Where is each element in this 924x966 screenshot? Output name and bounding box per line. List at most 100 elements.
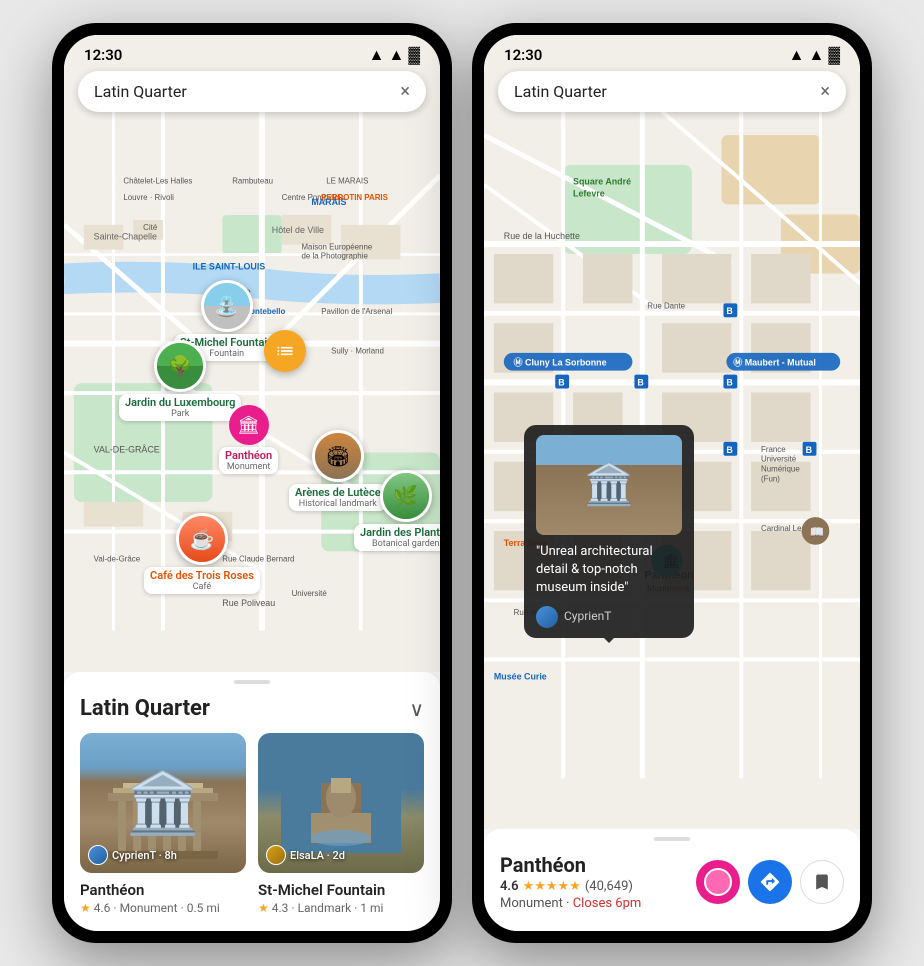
svg-text:Rue Poliveau: Rue Poliveau — [222, 598, 275, 608]
pantheon-user-badge: CyprienT · 8h — [88, 845, 177, 865]
pin-cafe[interactable]: ☕ Café des Trois Roses Café — [144, 513, 260, 594]
sheet-title: Latin Quarter — [80, 696, 210, 721]
st-michel-star: ★ — [258, 901, 269, 915]
overview-icon — [275, 341, 295, 361]
st-michel-separator: · — [291, 901, 294, 915]
bottom-card-info: Panthéon 4.6 ★★★★★ (40,649) Monument · C… — [500, 853, 684, 911]
cards-row: CyprienT · 8h Panthéon ★ 4.6 · Monument … — [80, 733, 424, 915]
right-time: 12:30 — [504, 46, 542, 64]
bottom-card-rating-row: 4.6 ★★★★★ (40,649) — [500, 879, 684, 894]
pin-pantheon[interactable]: 🏛 Panthéon Monument — [219, 405, 278, 474]
tooltip-image: 🏛️ — [536, 435, 682, 535]
st-michel-card-name: St-Michel Fountain — [258, 881, 424, 899]
st-michel-card-meta: ★ 4.3 · Landmark · 1 mi — [258, 901, 424, 915]
svg-text:ILE SAINT-LOUIS: ILE SAINT-LOUIS — [193, 261, 266, 271]
bottom-card-stars: ★★★★★ — [523, 879, 581, 894]
bottom-card-dot: · — [566, 896, 573, 911]
right-search-bar[interactable]: Latin Quarter × — [498, 71, 846, 112]
svg-text:📖: 📖 — [810, 525, 825, 539]
left-phone-screen: Sainte-Chapelle Hôtel de Ville MARAIS IL… — [64, 35, 440, 931]
svg-text:Université: Université — [761, 455, 797, 464]
svg-text:Châtelet-Les Halles: Châtelet-Les Halles — [123, 176, 192, 185]
pink-action-btn[interactable] — [696, 860, 740, 904]
pantheon-type: Monument — [120, 901, 178, 915]
pin-overview[interactable] — [264, 330, 306, 372]
svg-text:Numérique: Numérique — [761, 465, 800, 474]
st-michel-dist-separator: · — [354, 901, 357, 915]
st-michel-type: Landmark — [298, 901, 352, 915]
tooltip-user-row: CyprienT — [536, 606, 682, 628]
pantheon-dist-separator: · — [181, 901, 184, 915]
svg-text:Val-de-Grâce: Val-de-Grâce — [94, 554, 141, 563]
pantheon-card-meta: ★ 4.6 · Monument · 0.5 mi — [80, 901, 246, 915]
left-map-area[interactable]: Sainte-Chapelle Hôtel de Ville MARAIS IL… — [64, 35, 440, 672]
svg-text:Université: Université — [292, 589, 328, 598]
left-status-bar: 12:30 ▲ ▲ ▓ — [64, 35, 440, 69]
pantheon-separator: · — [113, 901, 116, 915]
right-sheet-handle — [654, 837, 690, 841]
svg-text:B: B — [806, 445, 813, 455]
right-search-close[interactable]: × — [820, 81, 830, 102]
sheet-handle — [234, 680, 270, 684]
right-status-bar: 12:30 ▲ ▲ ▓ — [484, 35, 860, 69]
left-phone: Sainte-Chapelle Hôtel de Ville MARAIS IL… — [52, 23, 452, 943]
bookmark-btn[interactable] — [800, 860, 844, 904]
pin-cafe-label: Café des Trois Roses — [150, 569, 254, 582]
tooltip-user-avatar — [536, 606, 558, 628]
left-search-close[interactable]: × — [400, 81, 410, 102]
directions-icon — [759, 871, 781, 893]
pantheon-place-card[interactable]: CyprienT · 8h Panthéon ★ 4.6 · Monument … — [80, 733, 246, 915]
left-status-icons: ▲ ▲ ▓ — [369, 45, 420, 65]
right-bottom-card: Panthéon 4.6 ★★★★★ (40,649) Monument · C… — [484, 829, 860, 931]
map-tooltip: 🏛️ "Unreal architectural detail & top-no… — [524, 425, 694, 638]
directions-btn[interactable] — [748, 860, 792, 904]
svg-text:Rue de la Huchette: Rue de la Huchette — [504, 231, 580, 241]
left-search-input[interactable]: Latin Quarter — [94, 82, 400, 101]
pin-pantheon-sublabel: Monument — [225, 462, 272, 472]
right-wifi-icon: ▲ — [808, 45, 824, 65]
left-map-container: Sainte-Chapelle Hôtel de Ville MARAIS IL… — [64, 35, 440, 672]
bottom-card-hours: Closes 6pm — [573, 896, 642, 911]
svg-text:Cité: Cité — [143, 223, 158, 232]
svg-text:B: B — [558, 377, 565, 387]
st-michel-place-card[interactable]: ElsaLA · 2d St-Michel Fountain ★ 4.3 · L… — [258, 733, 424, 915]
svg-text:Rue Dante: Rue Dante — [647, 301, 685, 310]
bookmark-icon — [812, 872, 832, 892]
right-search-input[interactable]: Latin Quarter — [514, 82, 820, 101]
right-battery-icon: ▓ — [828, 45, 840, 65]
pantheon-card-image: CyprienT · 8h — [80, 733, 246, 873]
left-signal-icon: ▲ — [369, 45, 385, 65]
pantheon-distance: 0.5 mi — [187, 901, 220, 915]
pin-cafe-sublabel: Café — [150, 582, 254, 592]
right-signal-icon: ▲ — [789, 45, 805, 65]
bottom-card-type: Monument — [500, 896, 563, 911]
left-search-bar[interactable]: Latin Quarter × — [78, 71, 426, 112]
pantheon-card-name: Panthéon — [80, 881, 246, 899]
svg-text:Hôtel de Ville: Hôtel de Ville — [272, 225, 324, 235]
bottom-card-count: (40,649) — [585, 879, 633, 894]
svg-text:Ⓜ Cluny La Sorbonne: Ⓜ Cluny La Sorbonne — [514, 357, 607, 368]
pantheon-star: ★ — [80, 901, 91, 915]
st-michel-user-badge: ElsaLA · 2d — [266, 845, 345, 865]
svg-text:Rambuteau: Rambuteau — [232, 176, 273, 185]
svg-text:Louvre · Rivoli: Louvre · Rivoli — [123, 193, 174, 202]
phones-container: Sainte-Chapelle Hôtel de Ville MARAIS IL… — [52, 23, 872, 943]
st-michel-card-image: ElsaLA · 2d — [258, 733, 424, 873]
tooltip-quote: "Unreal architectural detail & top-notch… — [536, 543, 682, 598]
svg-text:Sully · Morland: Sully · Morland — [331, 347, 384, 356]
svg-text:B: B — [726, 377, 733, 387]
svg-text:Lefevre: Lefevre — [573, 189, 605, 199]
svg-text:VAL-DE-GRÂCE: VAL-DE-GRÂCE — [94, 444, 160, 454]
pin-jardin-plantes[interactable]: 🌿 Jardin des Plantes Botanical garden — [354, 470, 440, 551]
svg-text:B: B — [726, 306, 733, 316]
right-map-area[interactable]: Rue de la Huchette Square André Lefevre … — [484, 35, 860, 829]
sheet-chevron[interactable]: ∨ — [409, 697, 424, 721]
sheet-header: Latin Quarter ∨ — [80, 696, 424, 721]
st-michel-rating: 4.3 — [272, 901, 289, 915]
st-michel-distance: 1 mi — [360, 901, 383, 915]
right-phone-screen: Rue de la Huchette Square André Lefevre … — [484, 35, 860, 931]
svg-text:Square André: Square André — [573, 177, 631, 187]
bottom-card-name: Panthéon — [500, 853, 684, 877]
bottom-card-sub: Monument · Closes 6pm — [500, 896, 684, 911]
tooltip-username: CyprienT — [564, 608, 611, 625]
